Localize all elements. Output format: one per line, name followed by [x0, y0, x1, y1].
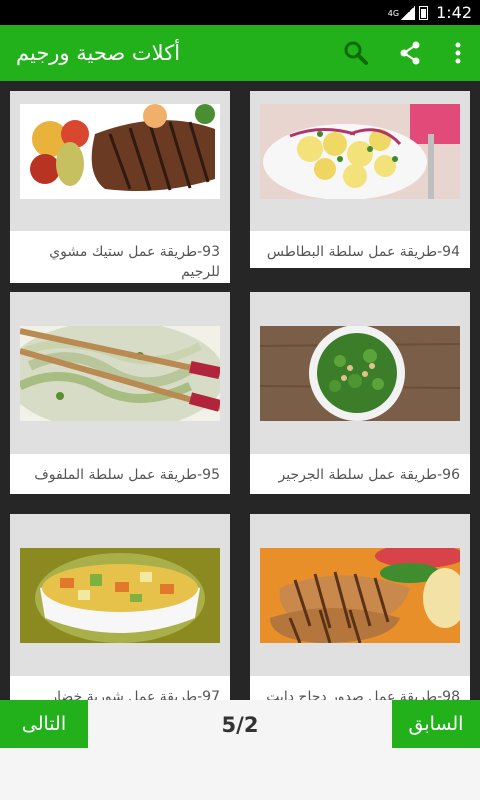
recipe-image-frame: [250, 514, 470, 676]
recipe-card[interactable]: 94-طريقة عمل سلطة البطاطس: [250, 91, 470, 268]
cabbage-salad-image: [20, 326, 220, 421]
app-bar: أكلات صحية ورجيم: [0, 25, 480, 81]
page-indicator: 5/2: [221, 713, 259, 737]
previous-button[interactable]: السابق: [392, 700, 480, 748]
recipe-title: 97-طريقة عمل شوربة خضار دايت: [50, 689, 220, 700]
recipe-title: 94-طريقة عمل سلطة البطاطس: [266, 244, 460, 260]
search-icon[interactable]: [342, 39, 370, 67]
app-title: أكلات صحية ورجيم: [16, 41, 181, 65]
recipe-image-frame: [10, 91, 230, 231]
recipe-card[interactable]: 95-طريقة عمل سلطة الملفوف: [10, 292, 230, 494]
recipe-image-frame: [10, 292, 230, 454]
more-vert-icon[interactable]: [444, 39, 472, 67]
next-button[interactable]: التالى: [0, 700, 88, 748]
battery-icon: [419, 5, 429, 20]
pager-bar: التالى 5/2 السابق: [0, 700, 480, 800]
grilled-steak-image: [20, 104, 220, 199]
recipe-card[interactable]: 93-طريقة عمل ستيك مشوي للرجيم: [10, 91, 230, 283]
signal-indicators: 4G: [387, 5, 429, 20]
status-bar: 4G 1:42: [0, 0, 480, 25]
arugula-salad-image: [260, 326, 460, 421]
recipe-title: 98-طريقة عمل صدور دجاج دايت: [266, 689, 460, 700]
recipe-card[interactable]: 96-طريقة عمل سلطة الجرجير: [250, 292, 470, 494]
recipe-title: 93-طريقة عمل ستيك مشوي للرجيم: [49, 244, 220, 280]
recipe-image-frame: [10, 514, 230, 676]
vegetable-soup-image: [20, 548, 220, 643]
network-type: 4G: [387, 8, 400, 18]
recipe-grid: 94-طريقة عمل سلطة البطاطس 93-طريقة عمل س…: [0, 81, 480, 700]
share-icon[interactable]: [396, 39, 424, 67]
recipe-image-frame: [250, 91, 470, 231]
signal-icon: [401, 5, 416, 20]
potato-salad-image: [260, 104, 460, 199]
status-time: 1:42: [436, 3, 472, 22]
recipe-card[interactable]: 98-طريقة عمل صدور دجاج دايت: [250, 514, 470, 700]
recipe-card[interactable]: 97-طريقة عمل شوربة خضار دايت: [10, 514, 230, 700]
recipe-image-frame: [250, 292, 470, 454]
recipe-title: 95-طريقة عمل سلطة الملفوف: [34, 467, 220, 483]
recipe-title: 96-طريقة عمل سلطة الجرجير: [278, 467, 460, 483]
chicken-breast-image: [260, 548, 460, 643]
